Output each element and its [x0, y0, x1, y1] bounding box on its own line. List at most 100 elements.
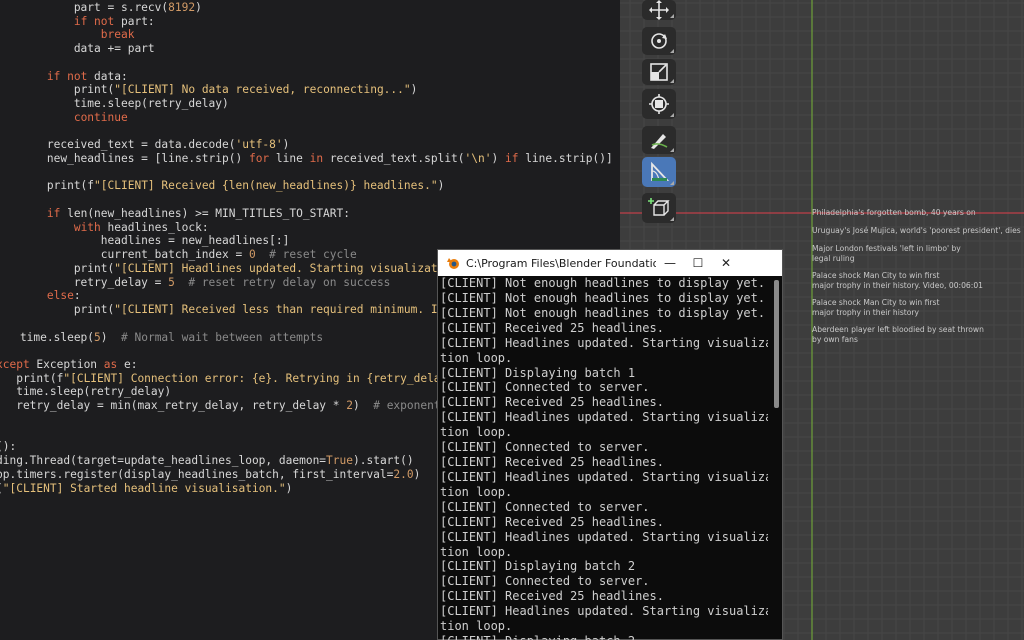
code-token: retry_delay = min(max_retry_delay, retry… — [0, 399, 347, 413]
console-line: [CLIENT] Not enough headlines to display… — [440, 276, 766, 290]
code-token: # reset retry delay on success — [174, 275, 391, 289]
code-token: ) — [353, 399, 374, 413]
code-token: 2 — [346, 399, 353, 413]
console-scrollbar[interactable] — [774, 280, 779, 408]
code-token: ) — [413, 467, 421, 481]
console-line: [CLIENT] Received 25 headlines. — [440, 455, 664, 470]
maximize-button[interactable]: ☐ — [684, 250, 712, 276]
code-line: break — [0, 28, 135, 42]
code-token: print(f — [0, 371, 64, 385]
console-line: [CLIENT] Connected to server. — [440, 499, 650, 514]
console-line: [CLIENT] Headlines updated. Starting vis… — [440, 410, 768, 425]
code-token: print — [73, 83, 108, 97]
tool-options-corner — [670, 148, 674, 152]
code-token: break — [100, 28, 135, 42]
code-token: if not — [73, 14, 115, 28]
code-line: print(f"[CLIENT] Connection error: {e}. … — [0, 372, 461, 386]
code-line: ("[CLIENT] Started headline visualisatio… — [0, 482, 292, 496]
transform-tool-button[interactable] — [642, 89, 676, 119]
code-line: retry_delay = min(max_retry_delay, retry… — [0, 399, 461, 413]
code-token: xcept — [0, 357, 30, 371]
code-token: 2.0 — [393, 467, 414, 481]
code-token: print( — [0, 261, 115, 275]
code-line: part = s.recv(8192) — [0, 1, 202, 15]
code-token: ) — [195, 1, 202, 14]
move-tool-button[interactable] — [642, 0, 676, 20]
headline-text: Palace shock Man City to win first major… — [812, 271, 983, 290]
code-token: # Normal wait between attempts — [121, 330, 324, 344]
code-token: for — [248, 152, 270, 166]
code-token: part = s.recv( — [0, 1, 169, 14]
headline-text: Philadelphia's forgotten bomb, 40 years … — [812, 208, 976, 217]
code-token: data += part — [0, 42, 155, 56]
console-line: [CLIENT] Received 25 headlines. — [440, 395, 664, 410]
console-line: [CLIENT] Displaying batch 2 — [440, 634, 635, 640]
rotate-tool-button[interactable] — [642, 27, 676, 55]
code-token: "[CLIENT] Connection error: {e}. Retryin… — [63, 371, 461, 385]
scale-icon — [650, 63, 668, 81]
code-token: # reset cycle — [255, 248, 357, 262]
console-window[interactable]: C:\Program Files\Blender Foundation\Blen… — [437, 249, 783, 640]
blender-logo-icon — [447, 258, 459, 269]
transform-icon — [649, 94, 669, 114]
console-line: tion loop. — [440, 619, 513, 634]
code-token: ).start() — [353, 454, 414, 468]
code-token: ) — [100, 330, 122, 344]
console-line: [CLIENT] Displaying batch 1 — [440, 365, 636, 380]
measure-icon — [651, 161, 670, 181]
console-line: [CLIENT] Connected to server. — [440, 380, 650, 395]
console-line: [CLIENT] Received 25 headlines. — [440, 589, 664, 604]
tool-options-corner — [670, 217, 674, 221]
code-token: ) — [282, 138, 290, 152]
code-token: headlines = new_headlines[:] — [0, 234, 290, 248]
code-token: "[CLIENT] No data received, reconnecting… — [114, 83, 411, 97]
code-line: else: — [0, 289, 81, 303]
code-token: else — [46, 289, 74, 303]
scale-tool-button[interactable] — [642, 59, 676, 85]
code-token: time.sleep(retry_delay) — [0, 385, 172, 399]
code-token: 5 — [94, 330, 101, 344]
code-token: part: — [114, 14, 155, 28]
code-token: Exception — [29, 357, 104, 371]
code-line: headlines = new_headlines[:] — [0, 234, 290, 248]
code-token: pp.timers.register(display_headlines_bat… — [0, 467, 394, 481]
console-line: [CLIENT] Not enough headlines to display… — [440, 290, 766, 305]
code-line: new_headlines = [line.strip() for line i… — [0, 152, 613, 166]
add-cube-tool-button[interactable] — [642, 193, 676, 223]
move-icon — [649, 0, 669, 20]
code-line: data += part — [0, 42, 155, 56]
console-titlebar[interactable]: C:\Program Files\Blender Foundation\Blen… — [438, 250, 782, 276]
code-token: time.sleep( — [0, 330, 95, 344]
code-token: True — [326, 454, 353, 468]
measure-tool-button[interactable] — [642, 157, 676, 187]
code-token: as — [103, 357, 118, 371]
code-line: received_text = data.decode('utf-8') — [0, 138, 290, 152]
tool-options-corner — [670, 14, 674, 18]
annotate-icon — [651, 134, 668, 149]
tool-options-corner — [670, 79, 674, 83]
code-line: continue — [0, 111, 128, 125]
code-token: "[CLIENT] Received {len(new_headlines)} … — [94, 179, 438, 193]
annotate-tool-button[interactable] — [642, 126, 676, 154]
code-token: 8192 — [168, 1, 196, 14]
console-line: [CLIENT] Headlines updated. Starting vis… — [440, 469, 768, 484]
code-token: ) — [285, 481, 293, 495]
console-line: [CLIENT] Connected to server. — [440, 574, 650, 589]
code-token: print(f — [0, 179, 95, 193]
minimize-button[interactable]: — — [656, 250, 684, 276]
code-line: pp.timers.register(display_headlines_bat… — [0, 468, 420, 482]
tool-options-corner — [670, 181, 674, 185]
code-token: len(new_headlines) >= MIN_TITLES_TO_STAR… — [60, 206, 350, 220]
console-line: [CLIENT] Connected to server. — [440, 440, 650, 455]
console-line: tion loop. — [440, 544, 513, 559]
code-token: in — [309, 152, 324, 166]
code-token: "[CLIENT] Received less than required mi… — [114, 303, 465, 317]
code-token: if — [504, 152, 519, 166]
close-button[interactable]: ✕ — [712, 250, 740, 276]
console-output: [CLIENT] Not enough headlines to display… — [438, 276, 768, 640]
